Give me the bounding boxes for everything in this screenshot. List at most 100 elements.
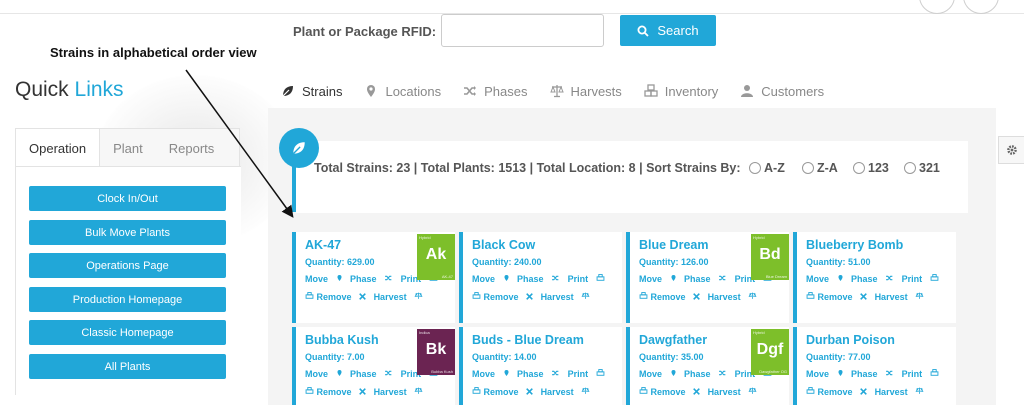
shuffle-icon [552,370,559,376]
strain-card[interactable]: AK-47 Quantity: 629.00 Move Phase Print … [292,232,455,323]
strain-card[interactable]: Black Cow Quantity: 240.00 Move Phase Pr… [459,232,622,323]
strain-name-link[interactable]: Black Cow [472,238,535,252]
sort-option-321[interactable]: 321 [904,161,940,175]
move-link[interactable]: Move [639,369,677,379]
sort-option-z-a[interactable]: Z-A [802,161,838,175]
harvest-link[interactable]: Harvest [875,387,925,397]
harvest-link[interactable]: Harvest [708,292,758,302]
remove-link[interactable]: Remove [305,292,366,302]
move-link[interactable]: Move [806,274,844,284]
quick-links-title: Quick Links [15,78,124,102]
radio-button[interactable] [802,162,814,174]
shuffle-icon [464,86,477,96]
remove-link[interactable]: Remove [305,387,366,397]
strain-card[interactable]: Dawgfather Quantity: 35.00 Move Phase Pr… [626,327,789,405]
phase-link[interactable]: Phase [851,369,894,379]
quick-links-tab-plant[interactable]: Plant [100,129,156,167]
move-link[interactable]: Move [305,369,343,379]
harvest-link[interactable]: Harvest [374,292,424,302]
strain-name-link[interactable]: AK-47 [305,238,341,252]
harvest-link[interactable]: Harvest [541,387,591,397]
strain-tile[interactable]: Indica Bk Bubba Kush [417,329,455,375]
strain-tile-type: Indica [419,330,430,335]
strain-name-link[interactable]: Buds - Blue Dream [472,333,584,347]
operations-page-button[interactable]: Operations Page [29,253,226,278]
strain-name-link[interactable]: Blueberry Bomb [806,238,903,252]
move-link[interactable]: Move [472,274,510,284]
phase-link[interactable]: Phase [517,274,560,284]
tab-phases[interactable]: Phases [452,78,538,104]
harvest-link[interactable]: Harvest [875,292,925,302]
harvest-link[interactable]: Harvest [374,387,424,397]
strain-name-link[interactable]: Bubba Kush [305,333,379,347]
print-link[interactable]: Print [902,274,939,284]
sort-option-123[interactable]: 123 [853,161,889,175]
strain-card[interactable]: Blueberry Bomb Quantity: 51.00 Move Phas… [793,232,956,323]
remove-link[interactable]: Remove [806,292,867,302]
strain-name-link[interactable]: Durban Poison [806,333,895,347]
move-link[interactable]: Move [472,369,510,379]
tab-inventory[interactable]: Inventory [633,78,729,104]
strain-name-link[interactable]: Dawgfather [639,333,707,347]
strain-card[interactable]: Blue Dream Quantity: 126.00 Move Phase P… [626,232,789,323]
harvest-link[interactable]: Harvest [708,387,758,397]
print-link[interactable]: Print [568,369,605,379]
harvest-label: Harvest [540,292,574,302]
move-link[interactable]: Move [806,369,844,379]
harvest-link[interactable]: Harvest [541,292,591,302]
production-homepage-button[interactable]: Production Homepage [29,287,226,312]
remove-link[interactable]: Remove [639,292,700,302]
totals-panel [296,141,968,213]
settings-tab[interactable] [998,136,1024,164]
strain-tile[interactable]: Hybrid Ak AK-47 [417,234,455,280]
strain-quantity: Quantity: 240.00 [472,257,542,267]
remove-link[interactable]: Remove [639,387,700,397]
tab-customers[interactable]: Customers [729,78,835,104]
strain-card[interactable]: Buds - Blue Dream Quantity: 14.00 Move P… [459,327,622,405]
tab-strains[interactable]: Strains [270,78,353,104]
move-link[interactable]: Move [639,274,677,284]
phase-link[interactable]: Phase [517,369,560,379]
printer-icon [472,387,481,394]
strain-tile[interactable]: Hybrid Bd Blue Dream [751,234,789,280]
leaf-icon [292,142,305,155]
quick-links-tab-operation[interactable]: Operation [15,128,101,167]
radio-button[interactable] [904,162,916,174]
move-link[interactable]: Move [305,274,343,284]
clock-in-out-button[interactable]: Clock In/Out [29,186,226,211]
quick-links-tab-reports[interactable]: Reports [156,129,228,167]
phase-link[interactable]: Phase [851,274,894,284]
strain-name-link[interactable]: Blue Dream [639,238,708,252]
print-link[interactable]: Print [902,369,939,379]
strain-card[interactable]: Durban Poison Quantity: 77.00 Move Phase… [793,327,956,405]
strain-tile[interactable]: Hybrid Dgf Dawgfather OG [751,329,789,375]
phase-link[interactable]: Phase [684,274,727,284]
close-icon [860,293,867,300]
remove-link[interactable]: Remove [472,292,533,302]
radio-button[interactable] [853,162,865,174]
tab-locations[interactable]: Locations [353,78,452,104]
tab-customers-label: Customers [761,83,825,99]
phase-link[interactable]: Phase [684,369,727,379]
strain-card[interactable]: Bubba Kush Quantity: 7.00 Move Phase Pri… [292,327,455,405]
rfid-input[interactable] [441,14,604,47]
card-actions-row: Remove Harvest [639,387,762,397]
phase-link[interactable]: Phase [350,274,393,284]
card-actions-row: Remove Harvest [639,292,762,302]
remove-link[interactable]: Remove [472,387,533,397]
printer-icon [639,292,648,299]
sort-option-a-z[interactable]: A-Z [749,161,785,175]
tab-harvests-label: Harvests [570,83,622,99]
print-link[interactable]: Print [568,274,605,284]
remove-link[interactable]: Remove [806,387,867,397]
all-plants-button[interactable]: All Plants [29,354,226,379]
phase-link[interactable]: Phase [350,369,393,379]
search-button[interactable]: Search [620,15,716,46]
radio-button[interactable] [749,162,761,174]
harvest-label: Harvest [874,387,908,397]
classic-homepage-button[interactable]: Classic Homepage [29,320,226,345]
bulk-move-plants-button[interactable]: Bulk Move Plants [29,220,226,245]
strain-tile-name: AK-47 [441,274,453,279]
tab-harvests[interactable]: Harvests [539,78,633,104]
strain-tile-abbr: Bk [425,341,447,358]
